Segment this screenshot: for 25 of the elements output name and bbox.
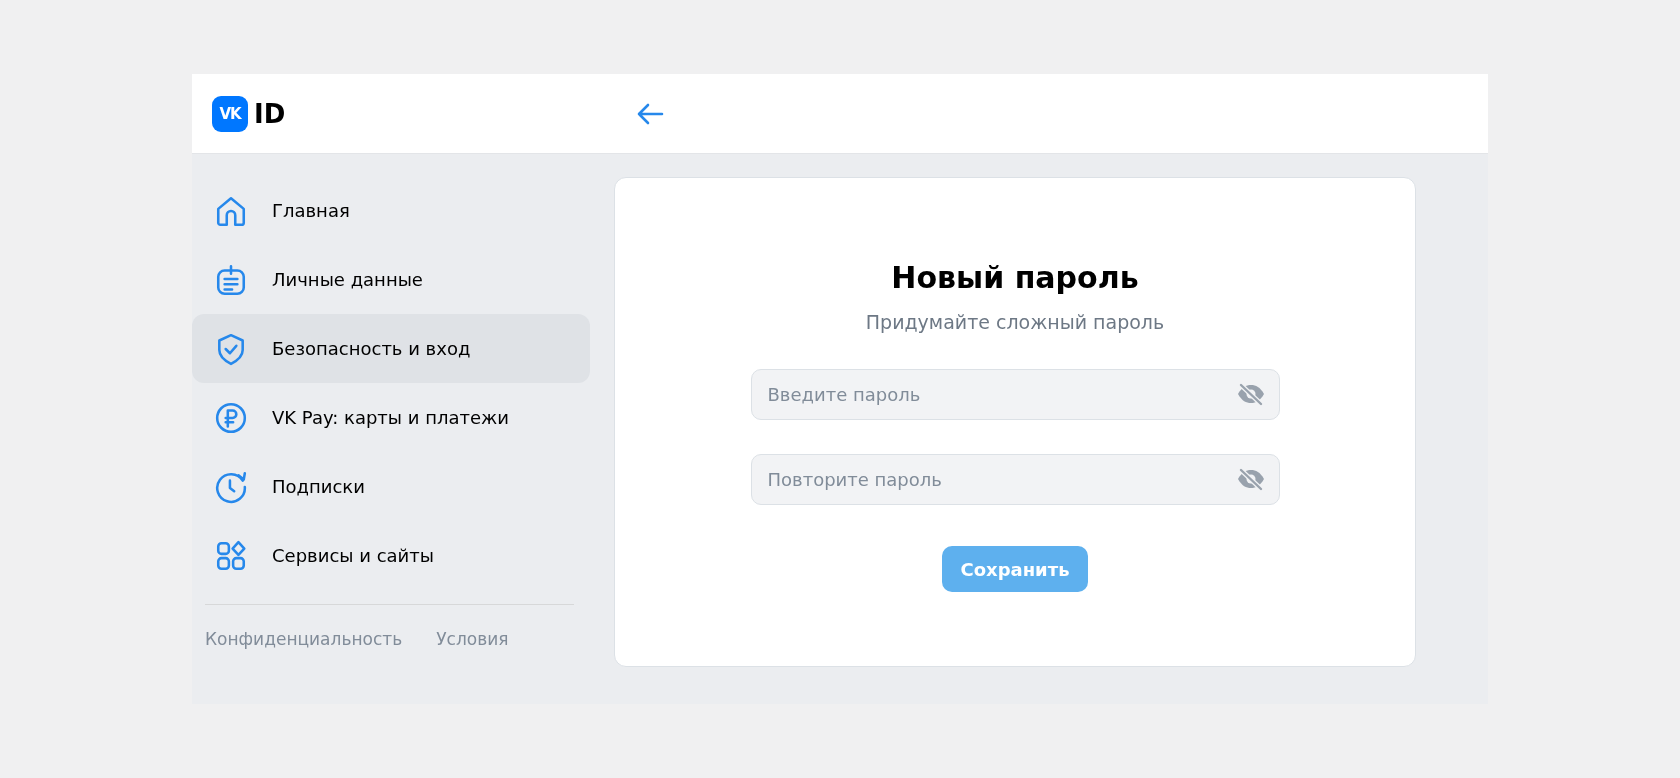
logo-mark: VK — [212, 95, 248, 132]
sidebar-item[interactable]: Главная — [192, 176, 590, 245]
sidebar-item[interactable]: VK Pay: карты и платежи — [192, 383, 590, 452]
sidebar-item[interactable]: Безопасность и вход — [192, 314, 590, 383]
logo-text: ID — [254, 98, 286, 129]
sidebar-item-label: VK Pay: карты и платежи — [272, 407, 509, 428]
form-subtitle: Придумайте сложный пароль — [865, 311, 1165, 333]
sidebar-item[interactable]: Подписки — [192, 452, 590, 521]
clock-icon — [214, 469, 248, 504]
sidebar-item-label: Безопасность и вход — [272, 338, 471, 359]
sidebar-item[interactable]: Личные данные — [192, 245, 590, 314]
sidebar-item[interactable]: Сервисы и сайты — [192, 521, 590, 590]
sidebar-item-label: Сервисы и сайты — [272, 545, 434, 566]
form-title: Новый пароль — [891, 260, 1139, 295]
ruble-icon — [214, 400, 248, 435]
eye-off-icon[interactable] — [1235, 467, 1266, 491]
sidebar-item-label: Главная — [272, 200, 350, 221]
sidebar-item-label: Личные данные — [272, 269, 423, 290]
sidebar-item-label: Подписки — [272, 476, 365, 497]
grid-icon — [214, 538, 248, 573]
password-field[interactable]: Повторите пароль — [750, 454, 1280, 505]
back-arrow-icon — [636, 101, 664, 126]
document-icon — [214, 262, 248, 297]
password-field[interactable]: Введите пароль — [750, 369, 1280, 420]
eye-off-icon[interactable] — [1235, 382, 1266, 406]
